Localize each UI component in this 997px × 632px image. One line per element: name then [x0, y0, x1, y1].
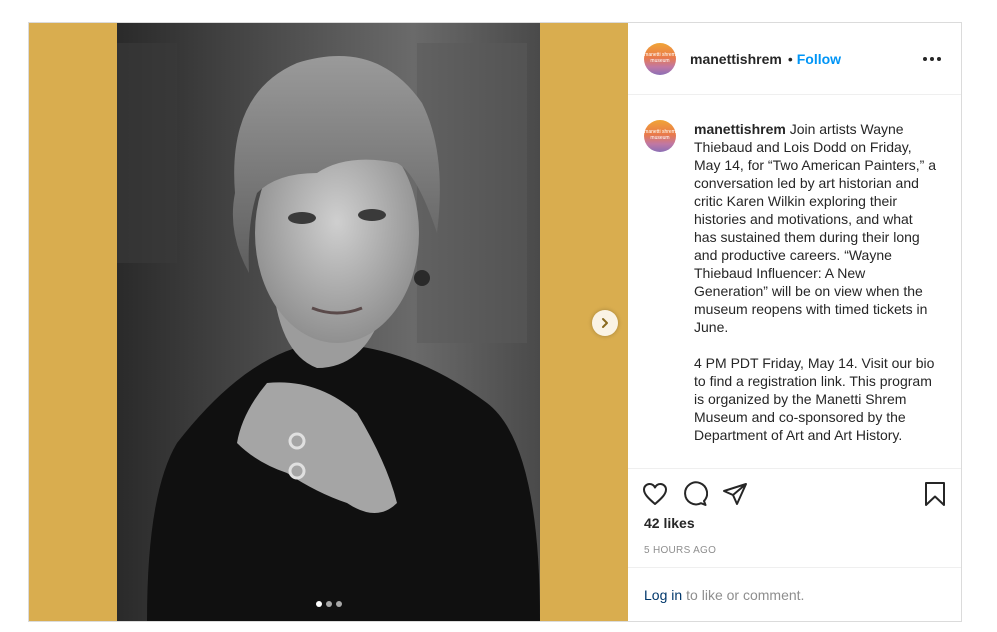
instagram-post: manetti shrem museum manettishrem • Foll… [28, 22, 962, 622]
carousel-dot [325, 601, 332, 607]
caption-username[interactable]: manettishrem [694, 121, 786, 137]
comment-prompt: Log in to like or comment. [628, 567, 961, 621]
post-sidebar: manetti shrem museum manettishrem • Foll… [628, 23, 961, 621]
share-paper-plane-icon[interactable] [722, 482, 748, 506]
more-options-button[interactable] [919, 53, 945, 65]
more-dot-icon [937, 56, 941, 61]
action-bar [628, 469, 961, 507]
post-timestamp[interactable]: 5 HOURS AGO [628, 531, 961, 556]
separator-dot: • [787, 50, 793, 67]
carousel-dot [335, 601, 342, 607]
caption: manettishrem Join artists Wayne Thiebaud… [694, 120, 938, 468]
login-link[interactable]: Log in [644, 587, 682, 603]
avatar[interactable]: manetti shrem museum [644, 42, 676, 75]
avatar-text: museum [650, 135, 670, 141]
more-dot-icon [923, 56, 927, 61]
avatar-text: museum [650, 57, 670, 64]
carousel-dot-active [315, 601, 322, 607]
caption-section: manetti shrem museum manettishrem Join a… [628, 95, 961, 469]
portrait-photo [117, 23, 540, 621]
more-dot-icon [930, 56, 934, 61]
post-media [29, 23, 628, 621]
like-heart-icon[interactable] [642, 482, 668, 506]
post-header: manetti shrem museum manettishrem • Foll… [628, 23, 961, 95]
caption-paragraph: 4 PM PDT Friday, May 14. Visit our bio t… [694, 355, 935, 443]
carousel-indicator [29, 601, 628, 607]
bookmark-icon[interactable] [923, 481, 947, 507]
follow-button[interactable]: Follow [797, 51, 841, 67]
likes-count[interactable]: 42 likes [628, 507, 961, 531]
carousel-next-button[interactable] [592, 310, 618, 336]
caption-paragraph: Join artists Wayne Thiebaud and Lois Dod… [694, 121, 936, 335]
comment-bubble-icon[interactable] [682, 481, 708, 507]
chevron-right-icon [599, 317, 611, 329]
username-link[interactable]: manettishrem [690, 51, 782, 67]
caption-avatar[interactable]: manetti shrem museum [644, 120, 676, 152]
comment-prompt-text: to like or comment. [686, 586, 805, 603]
